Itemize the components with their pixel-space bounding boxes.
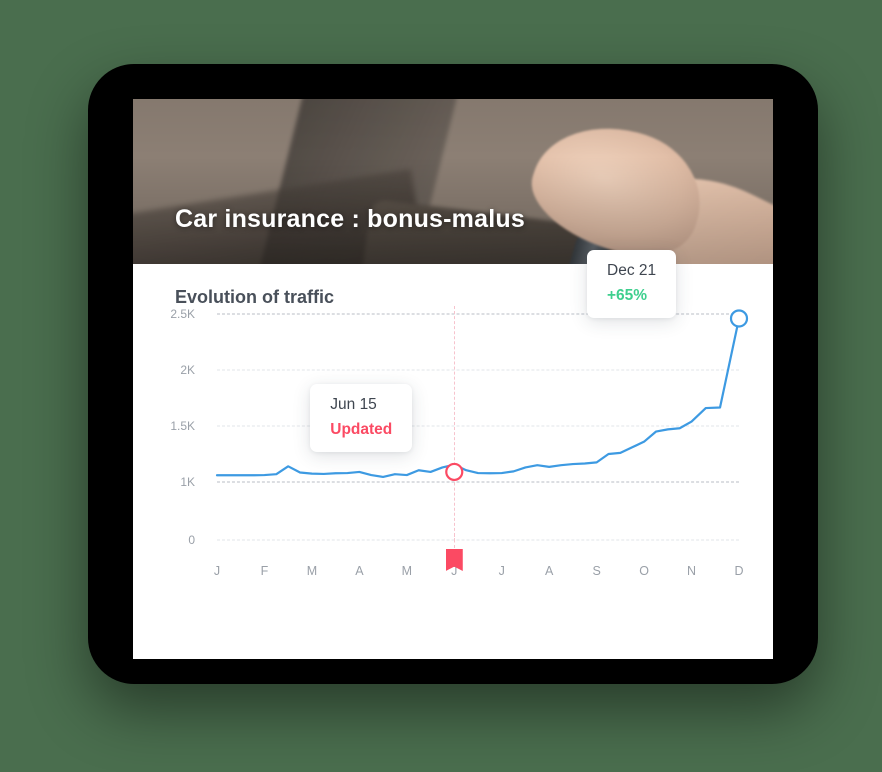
tooltip-updated[interactable]: Jun 15 Updated	[310, 383, 413, 452]
page-title: Car insurance : bonus-malus	[175, 205, 525, 233]
hero-banner: Car insurance : bonus-malus	[133, 99, 773, 264]
updated-point-marker[interactable]	[445, 462, 464, 482]
tooltip-growth[interactable]: Dec 21 +65%	[587, 250, 677, 319]
tablet-screen: Car insurance : bonus-malus Evolution of…	[133, 99, 773, 659]
hero-vignette	[133, 99, 773, 264]
tooltip-growth-delta: +65%	[607, 287, 648, 305]
chart-plot-area: 0 1K 1.5K 2K 2.5K J F M A M J J A S O N D	[133, 264, 773, 659]
tablet-device: Car insurance : bonus-malus Evolution of…	[88, 64, 818, 684]
traffic-line	[215, 317, 741, 479]
tooltip-growth-date: Dec 21	[607, 262, 657, 280]
chart-panel: Evolution of traffic 0 1K 1.5K 2K 2.5K J F M A M J…	[133, 250, 773, 659]
bookmark-stem	[454, 534, 456, 548]
end-point-marker[interactable]	[729, 309, 749, 328]
tooltip-updated-date: Jun 15	[330, 395, 377, 413]
tooltip-updated-status: Updated	[330, 420, 393, 438]
traffic-line-chart	[215, 309, 749, 482]
